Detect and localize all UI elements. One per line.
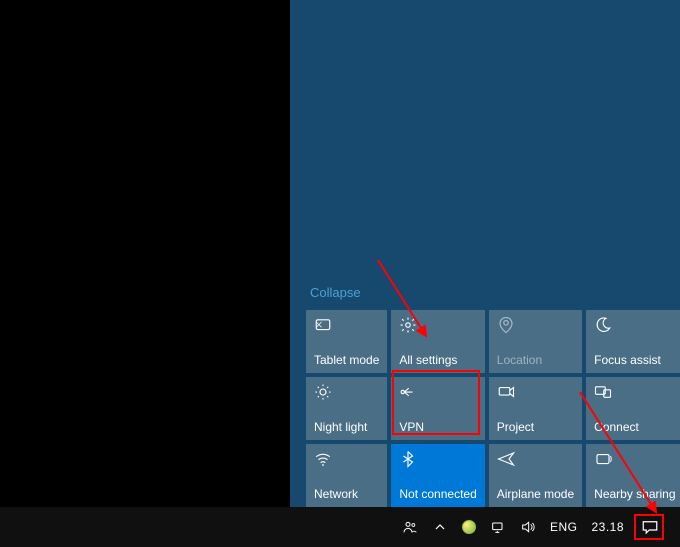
tile-label: Network: [314, 487, 379, 501]
tile-focus-assist[interactable]: Focus assist: [586, 310, 680, 373]
tile-project[interactable]: Project: [489, 377, 582, 440]
tile-label: Tablet mode: [314, 353, 379, 367]
action-center-panel: Collapse Tablet mode All settings Locati…: [306, 279, 674, 507]
tile-night-light[interactable]: Night light: [306, 377, 387, 440]
gear-icon: [399, 316, 417, 334]
tray-app-icon[interactable]: [460, 507, 478, 547]
sun-icon: [314, 383, 332, 401]
connect-icon: [594, 383, 612, 401]
project-icon: [497, 383, 515, 401]
tile-label: Focus assist: [594, 353, 675, 367]
tile-location[interactable]: Location: [489, 310, 582, 373]
tile-label: Project: [497, 420, 574, 434]
clock[interactable]: 23.18: [589, 507, 626, 547]
nearby-sharing-icon: [594, 450, 612, 468]
quick-actions-grid: Tablet mode All settings Location Focus …: [306, 310, 674, 507]
airplane-icon: [497, 450, 515, 468]
tile-label: All settings: [399, 353, 476, 367]
tile-label: Nearby sharing: [594, 487, 675, 501]
taskbar: ENG 23.18: [0, 507, 680, 547]
tray-overflow-button[interactable]: [430, 507, 450, 547]
system-tray: ENG 23.18: [400, 507, 678, 547]
tile-tablet-mode[interactable]: Tablet mode: [306, 310, 387, 373]
tile-network[interactable]: Network: [306, 444, 387, 507]
collapse-link[interactable]: Collapse: [306, 279, 365, 310]
tile-label: Location: [497, 353, 574, 367]
tile-label: Airplane mode: [497, 487, 574, 501]
tablet-mode-icon: [314, 316, 332, 334]
action-center-button[interactable]: [636, 513, 664, 541]
network-tray-icon[interactable]: [488, 507, 508, 547]
circle-green-icon: [462, 520, 476, 534]
language-indicator[interactable]: ENG: [548, 507, 580, 547]
wifi-icon: [314, 450, 332, 468]
desktop-left-region: [0, 0, 290, 507]
vpn-icon: [399, 383, 417, 401]
tile-nearby-sharing[interactable]: Nearby sharing: [586, 444, 680, 507]
tile-bluetooth[interactable]: Not connected: [391, 444, 484, 507]
people-button[interactable]: [400, 507, 420, 547]
tile-vpn[interactable]: VPN: [391, 377, 484, 440]
tile-airplane-mode[interactable]: Airplane mode: [489, 444, 582, 507]
tile-label: Connect: [594, 420, 675, 434]
location-icon: [497, 316, 515, 334]
tile-connect[interactable]: Connect: [586, 377, 680, 440]
tile-label: Not connected: [399, 487, 476, 501]
tile-label: Night light: [314, 420, 379, 434]
tile-label: VPN: [399, 420, 476, 434]
show-desktop-button[interactable]: [674, 507, 678, 547]
volume-tray-icon[interactable]: [518, 507, 538, 547]
moon-icon: [594, 316, 612, 334]
bluetooth-icon: [399, 450, 417, 468]
tile-all-settings[interactable]: All settings: [391, 310, 484, 373]
